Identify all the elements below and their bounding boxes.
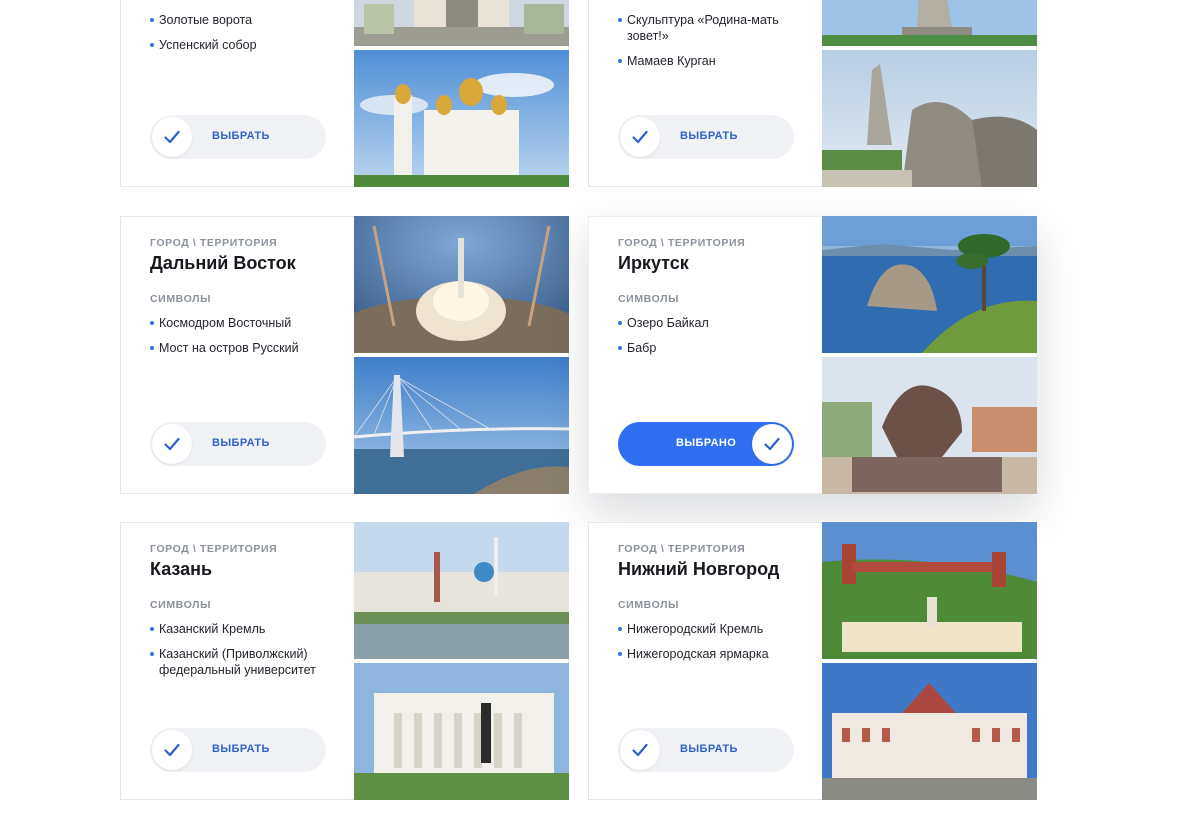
select-button-label: ВЫБРАТЬ [680,130,738,142]
symbols-list: Космодром Восточный Мост на остров Русск… [150,315,340,365]
kazan-kremlin-photo [354,522,569,659]
category-label: ГОРОД \ ТЕРРИТОРИЯ [150,543,278,555]
symbols-heading: СИМВОЛЫ [618,293,679,305]
symbol-item: Скульптура «Родина-мать зовет!» [618,12,808,44]
symbol-item: Золотые ворота [150,12,340,28]
region-title: Дальний Восток [150,253,296,273]
card-info: ГОРОД \ ТЕРРИТОРИЯ Иркутск СИМВОЛЫ Озеро… [589,217,822,493]
motherland-calls-photo [822,0,1037,46]
selected-button-label: ВЫБРАНО [676,437,737,449]
region-title: Нижний Новгород [618,559,780,579]
symbol-item: Озеро Байкал [618,315,808,331]
kazan-university-photo [354,663,569,800]
region-card-far-east: ГОРОД \ ТЕРРИТОРИЯ Дальний Восток СИМВОЛ… [120,216,569,494]
check-icon [620,117,660,157]
golden-gate-vladimir-photo [354,0,569,46]
selected-button[interactable]: ВЫБРАНО [618,422,794,466]
symbol-item: Казанский (Приволжский) федеральный унив… [150,646,340,678]
babr-statue-photo [822,357,1037,494]
vostochny-launch-photo [354,216,569,353]
russky-bridge-photo [354,357,569,494]
region-card-volgograd: Скульптура «Родина-мать зовет!» Мамаев К… [588,0,1037,187]
card-photos [354,216,569,494]
symbols-list: Нижегородский Кремль Нижегородская ярмар… [618,621,808,671]
region-card-vladimir: Золотые ворота Успенский собор ВЫБРАТЬ [120,0,569,187]
select-button-label: ВЫБРАТЬ [680,743,738,755]
check-icon [752,424,792,464]
nizhny-fair-photo [822,663,1037,800]
check-icon [152,730,192,770]
assumption-cathedral-photo [354,50,569,187]
region-card-irkutsk: ГОРОД \ ТЕРРИТОРИЯ Иркутск СИМВОЛЫ Озеро… [588,216,1037,494]
region-card-kazan: ГОРОД \ ТЕРРИТОРИЯ Казань СИМВОЛЫ Казанс… [120,522,569,800]
select-button[interactable]: ВЫБРАТЬ [618,728,794,772]
select-button-label: ВЫБРАТЬ [212,743,270,755]
card-photos [354,522,569,800]
select-button[interactable]: ВЫБРАТЬ [618,115,794,159]
mamayev-kurgan-photo [822,50,1037,187]
symbols-list: Казанский Кремль Казанский (Приволжский)… [150,621,340,687]
select-button-label: ВЫБРАТЬ [212,130,270,142]
card-photos [354,0,569,187]
symbol-item: Нижегородская ярмарка [618,646,808,662]
select-button[interactable]: ВЫБРАТЬ [150,422,326,466]
card-info: Скульптура «Родина-мать зовет!» Мамаев К… [589,0,822,186]
select-button[interactable]: ВЫБРАТЬ [150,115,326,159]
symbols-heading: СИМВОЛЫ [150,599,211,611]
card-info: ГОРОД \ ТЕРРИТОРИЯ Нижний Новгород СИМВО… [589,523,822,799]
check-icon [152,424,192,464]
region-title: Казань [150,559,213,579]
check-icon [620,730,660,770]
select-button[interactable]: ВЫБРАТЬ [150,728,326,772]
category-label: ГОРОД \ ТЕРРИТОРИЯ [618,237,746,249]
symbols-heading: СИМВОЛЫ [618,599,679,611]
card-photos [822,0,1037,187]
card-info: ГОРОД \ ТЕРРИТОРИЯ Дальний Восток СИМВОЛ… [121,217,354,493]
card-info: Золотые ворота Успенский собор ВЫБРАТЬ [121,0,354,186]
symbol-item: Мост на остров Русский [150,340,340,356]
card-photos [822,522,1037,800]
card-photos [822,216,1037,494]
symbols-list: Скульптура «Родина-мать зовет!» Мамаев К… [618,12,808,78]
region-title: Иркутск [618,253,689,273]
symbol-item: Казанский Кремль [150,621,340,637]
baikal-lake-photo [822,216,1037,353]
symbols-list: Озеро Байкал Бабр [618,315,808,365]
symbol-item: Нижегородский Кремль [618,621,808,637]
region-card-nizhny-novgorod: ГОРОД \ ТЕРРИТОРИЯ Нижний Новгород СИМВО… [588,522,1037,800]
symbols-list: Золотые ворота Успенский собор [150,12,340,62]
symbols-heading: СИМВОЛЫ [150,293,211,305]
symbol-item: Бабр [618,340,808,356]
symbol-item: Мамаев Курган [618,53,808,69]
select-button-label: ВЫБРАТЬ [212,437,270,449]
symbol-item: Космодром Восточный [150,315,340,331]
category-label: ГОРОД \ ТЕРРИТОРИЯ [150,237,278,249]
check-icon [152,117,192,157]
card-info: ГОРОД \ ТЕРРИТОРИЯ Казань СИМВОЛЫ Казанс… [121,523,354,799]
symbol-item: Успенский собор [150,37,340,53]
nizhny-kremlin-photo [822,522,1037,659]
category-label: ГОРОД \ ТЕРРИТОРИЯ [618,543,746,555]
